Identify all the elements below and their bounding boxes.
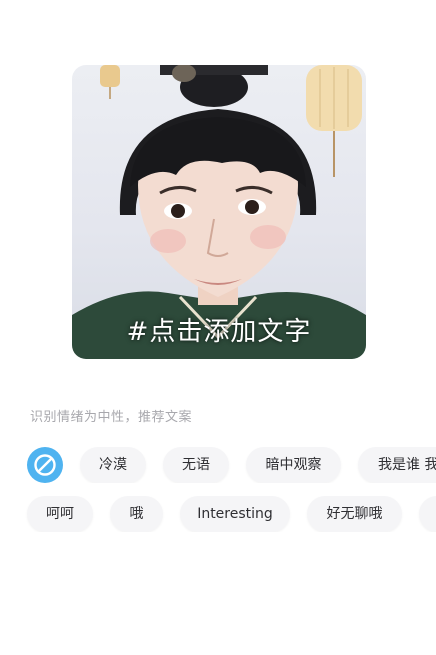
- caption-editor-screen: #点击添加文字 识别情绪为中性，推荐文案 冷漠 无语 暗中观察 我是谁 我 呵呵…: [0, 0, 436, 655]
- caption-chip[interactable]: 好无聊哦: [307, 496, 402, 532]
- caption-chip[interactable]: 暗中观察: [246, 447, 341, 483]
- preview-image[interactable]: #点击添加文字: [72, 65, 366, 359]
- caption-chip[interactable]: 无语: [163, 447, 229, 483]
- caption-chip[interactable]: 呵呵: [27, 496, 93, 532]
- caption-chip[interactable]: 哦: [110, 496, 163, 532]
- caption-suggestions-row-1: 冷漠 无语 暗中观察 我是谁 我: [0, 447, 436, 483]
- caption-chip[interactable]: 我是谁 我: [358, 447, 436, 483]
- caption-suggestions-row-2: 呵呵 哦 Interesting 好无聊哦: [0, 496, 436, 532]
- caption-chip[interactable]: Interesting: [180, 496, 290, 532]
- lantern-right: [306, 65, 362, 177]
- caption-chip[interactable]: [419, 496, 436, 532]
- emotion-hint: 识别情绪为中性，推荐文案: [30, 410, 193, 425]
- portrait-illustration: [72, 65, 366, 359]
- caption-chip[interactable]: 冷漠: [80, 447, 146, 483]
- lantern-left: [100, 65, 120, 99]
- caption-overlay-text[interactable]: #点击添加文字: [72, 317, 366, 347]
